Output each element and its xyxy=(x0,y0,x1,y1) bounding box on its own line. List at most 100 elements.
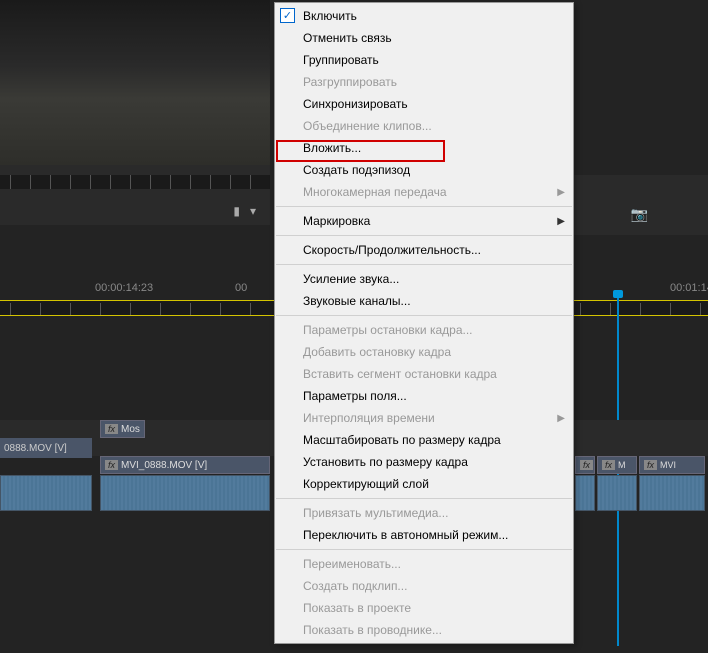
menu-label: Переключить в автономный режим... xyxy=(303,528,508,542)
menu-separator xyxy=(276,264,572,265)
menu-label: Многокамерная передача xyxy=(303,185,447,199)
menu-ungroup: Разгруппировать xyxy=(275,71,573,93)
fx-badge: fx xyxy=(644,460,657,470)
menu-separator xyxy=(276,549,572,550)
menu-label: Вставить сегмент остановки кадра xyxy=(303,367,497,381)
clip-label: M xyxy=(618,460,626,470)
menu-label: Усиление звука... xyxy=(303,272,399,286)
timecode-label: 00 xyxy=(235,282,247,294)
audio-clip[interactable] xyxy=(597,475,637,511)
fx-badge: fx xyxy=(105,424,118,434)
menu-label: Показать в проекте xyxy=(303,601,411,615)
bracket-icon[interactable]: ▾ xyxy=(250,204,256,226)
menu-reveal-explorer: Показать в проводнике... xyxy=(275,619,573,641)
menu-audio-gain[interactable]: Усиление звука... xyxy=(275,268,573,290)
preview-ruler[interactable] xyxy=(0,175,270,189)
menu-label: Создать подэпизод xyxy=(303,163,410,177)
menu-separator xyxy=(276,206,572,207)
context-menu: ✓ Включить Отменить связь Группировать Р… xyxy=(274,2,574,644)
menu-label: Переименовать... xyxy=(303,557,401,571)
menu-field-opts[interactable]: Параметры поля... xyxy=(275,385,573,407)
menu-scale-to-frame[interactable]: Масштабировать по размеру кадра xyxy=(275,429,573,451)
video-clip[interactable]: fx MVI xyxy=(639,456,705,474)
menu-label: Группировать xyxy=(303,53,379,67)
menu-separator xyxy=(276,498,572,499)
menu-label: Звуковые каналы... xyxy=(303,294,411,308)
submenu-arrow-icon: ▶ xyxy=(557,413,565,424)
menu-separator xyxy=(276,315,572,316)
submenu-arrow-icon: ▶ xyxy=(557,187,565,198)
menu-sync[interactable]: Синхронизировать xyxy=(275,93,573,115)
menu-frame-hold-opts: Параметры остановки кадра... xyxy=(275,319,573,341)
menu-set-to-frame[interactable]: Установить по размеру кадра xyxy=(275,451,573,473)
menu-make-subclip: Создать подклип... xyxy=(275,575,573,597)
menu-label: Показать в проводнике... xyxy=(303,623,442,637)
timecode-label: 00:01:14 xyxy=(670,282,708,294)
submenu-arrow-icon: ▶ xyxy=(557,216,565,227)
menu-label: Отменить связь xyxy=(303,31,392,45)
clip-label: MVI_0888.MOV [V] xyxy=(121,460,207,471)
audio-clip[interactable] xyxy=(0,475,92,511)
menu-make-offline[interactable]: Переключить в автономный режим... xyxy=(275,524,573,546)
menu-label-color[interactable]: Маркировка ▶ xyxy=(275,210,573,232)
audio-clip[interactable] xyxy=(639,475,705,511)
video-clip[interactable]: fx xyxy=(575,456,595,474)
menu-subclip[interactable]: Создать подэпизод xyxy=(275,159,573,181)
right-panel xyxy=(573,175,708,235)
timecode-label: 00:00:14:23 xyxy=(95,282,153,294)
fx-badge: fx xyxy=(602,460,615,470)
preview-tool-icons: ▮ ▾ xyxy=(0,204,270,226)
menu-label: Объединение клипов... xyxy=(303,119,432,133)
waveform xyxy=(576,476,594,510)
menu-label: Синхронизировать xyxy=(303,97,408,111)
clip-label: MVI xyxy=(660,460,676,470)
menu-merge-clips: Объединение клипов... xyxy=(275,115,573,137)
menu-label: Маркировка xyxy=(303,214,370,228)
menu-label: Привязать мультимедиа... xyxy=(303,506,448,520)
waveform xyxy=(101,476,269,510)
video-clip[interactable]: fx MVI_0888.MOV [V] xyxy=(100,456,270,474)
menu-multicam: Многокамерная передача ▶ xyxy=(275,181,573,203)
clip-label: Mos xyxy=(121,424,140,435)
audio-clip[interactable] xyxy=(100,475,270,511)
menu-label: Параметры остановки кадра... xyxy=(303,323,473,337)
menu-insert-frame-hold: Вставить сегмент остановки кадра xyxy=(275,363,573,385)
menu-label: Корректирующий слой xyxy=(303,477,429,491)
menu-speed[interactable]: Скорость/Продолжительность... xyxy=(275,239,573,261)
menu-audio-channels[interactable]: Звуковые каналы... xyxy=(275,290,573,312)
fx-badge: fx xyxy=(580,460,593,470)
video-clip[interactable]: fx M xyxy=(597,456,637,474)
menu-adj-layer[interactable]: Корректирующий слой xyxy=(275,473,573,495)
menu-reveal-project: Показать в проекте xyxy=(275,597,573,619)
video-clip[interactable]: 0888.MOV [V] xyxy=(0,438,92,458)
menu-label: Создать подклип... xyxy=(303,579,407,593)
menu-enable[interactable]: ✓ Включить xyxy=(275,5,573,27)
marker-icon[interactable]: ▮ xyxy=(233,204,240,226)
menu-add-frame-hold: Добавить остановку кадра xyxy=(275,341,573,363)
fx-badge: fx xyxy=(105,460,118,470)
camera-icon[interactable]: 📷 xyxy=(631,206,648,223)
menu-label: Включить xyxy=(303,9,357,23)
menu-time-interp: Интерполяция времени ▶ xyxy=(275,407,573,429)
video-clip[interactable]: fx Mos xyxy=(100,420,145,438)
waveform xyxy=(598,476,636,510)
menu-rename: Переименовать... xyxy=(275,553,573,575)
menu-label: Масштабировать по размеру кадра xyxy=(303,433,501,447)
video-preview-panel xyxy=(0,0,270,165)
menu-label: Разгруппировать xyxy=(303,75,397,89)
menu-link-media: Привязать мультимедиа... xyxy=(275,502,573,524)
check-icon: ✓ xyxy=(280,8,295,23)
menu-nest[interactable]: Вложить... xyxy=(275,137,573,159)
menu-label: Установить по размеру кадра xyxy=(303,455,468,469)
clip-label: 0888.MOV [V] xyxy=(4,443,67,454)
menu-separator xyxy=(276,235,572,236)
menu-unlink[interactable]: Отменить связь xyxy=(275,27,573,49)
menu-label: Скорость/Продолжительность... xyxy=(303,243,481,257)
waveform xyxy=(640,476,704,510)
menu-label: Параметры поля... xyxy=(303,389,407,403)
menu-label: Вложить... xyxy=(303,141,361,155)
menu-group[interactable]: Группировать xyxy=(275,49,573,71)
menu-label: Добавить остановку кадра xyxy=(303,345,451,359)
waveform xyxy=(1,476,91,510)
audio-clip[interactable] xyxy=(575,475,595,511)
